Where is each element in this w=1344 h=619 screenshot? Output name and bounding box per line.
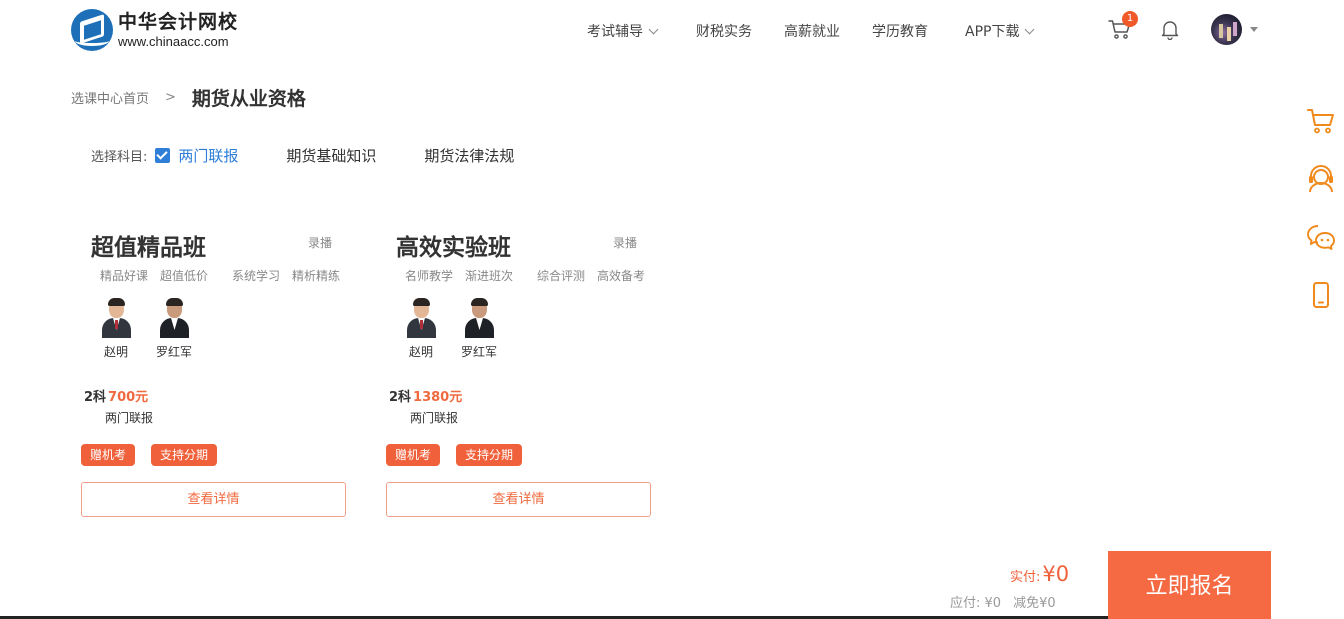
teacher-photo <box>406 298 436 338</box>
page-title: 期货从业资格 <box>191 88 306 110</box>
logo-mark-icon <box>71 9 113 51</box>
discount-amount: 减免¥0 <box>1013 596 1056 611</box>
course-card: 超值精品班 录播 精品好课 超值低价 系统学习 精析精练 赵明 罗红军 2科 70… <box>80 226 346 526</box>
course-card: 高效实验班 录播 名师教学 渐进班次 综合评测 高效备考 赵明 罗红军 2科 13… <box>385 226 651 526</box>
price-description: 两门联报 <box>105 411 154 425</box>
teacher[interactable]: 罗红军 <box>154 298 194 360</box>
customer-service-icon[interactable] <box>1306 164 1336 194</box>
course-tag: 综合评测 <box>537 269 586 283</box>
wechat-icon[interactable] <box>1306 222 1336 252</box>
teacher[interactable]: 罗红军 <box>459 298 499 360</box>
chevron-down-icon <box>648 24 659 34</box>
course-price: 2科 700元 <box>84 386 148 405</box>
cart-count-badge: 1 <box>1122 11 1138 27</box>
price-amount: 1380元 <box>413 390 463 405</box>
teacher[interactable]: 赵明 <box>401 298 441 360</box>
enroll-now-button[interactable]: 立即报名 <box>1108 551 1271 619</box>
view-details-button[interactable]: 查看详情 <box>386 482 651 517</box>
nav-label: 学历教育 <box>872 24 928 40</box>
nav-exam-tutoring[interactable]: 考试辅导 <box>587 21 659 41</box>
paid-label: 实付: <box>1010 570 1041 585</box>
logo-url: www.chinaacc.com <box>118 33 229 49</box>
nav-label: APP下载 <box>965 24 1020 40</box>
cart-icon[interactable] <box>1306 106 1336 136</box>
course-tag: 超值低价 <box>160 269 209 283</box>
subject-count: 2科 <box>389 390 412 405</box>
badge-installment: 支持分期 <box>456 444 523 466</box>
course-tag: 系统学习 <box>232 269 281 283</box>
paid-amount: ¥0 <box>1042 562 1070 586</box>
breadcrumb-home-link[interactable]: 选课中心首页 <box>71 88 149 107</box>
bell-icon[interactable] <box>1159 18 1181 40</box>
subject-checkbox[interactable] <box>155 148 171 163</box>
teacher[interactable]: 赵明 <box>96 298 136 360</box>
course-tag: 渐进班次 <box>465 269 514 283</box>
subject-selector: 选择科目: 两门联报 期货基础知识 期货法律法规 <box>91 145 514 166</box>
badge-installment: 支持分期 <box>151 444 218 466</box>
teacher-name: 赵明 <box>103 345 128 359</box>
mobile-icon[interactable] <box>1306 280 1336 310</box>
course-tag: 精析精练 <box>292 269 341 283</box>
course-type: 录播 <box>613 236 638 250</box>
avatar[interactable] <box>1211 14 1242 45</box>
logo-text: 中华会计网校 www.chinaacc.com <box>118 10 239 49</box>
price-amount: 700元 <box>108 390 149 405</box>
badge-free-exam: 赠机考 <box>386 444 441 466</box>
teacher-name: 赵明 <box>408 345 433 359</box>
teacher-photo <box>101 298 131 338</box>
breadcrumb: 选课中心首页 > 期货从业资格 <box>71 84 306 111</box>
course-title: 高效实验班 <box>396 235 511 261</box>
chevron-down-icon <box>1025 24 1035 34</box>
teacher-name: 罗红军 <box>460 345 497 359</box>
course-type: 录播 <box>308 236 333 250</box>
nav-label: 财税实务 <box>696 24 752 40</box>
teacher-name: 罗红军 <box>155 345 192 359</box>
breadcrumb-separator: > <box>165 90 176 105</box>
logo[interactable]: 中华会计网校 www.chinaacc.com <box>71 9 238 51</box>
view-details-button[interactable]: 查看详情 <box>81 482 346 517</box>
subject-count: 2科 <box>84 390 107 405</box>
logo-title: 中华会计网校 <box>118 10 239 33</box>
nav-label: 考试辅导 <box>587 24 643 40</box>
subject-option-combo[interactable]: 两门联报 <box>178 145 238 166</box>
nav-app-download[interactable]: APP下载 <box>965 21 1035 41</box>
course-tag: 精品好课 <box>100 269 149 283</box>
caret-down-icon[interactable] <box>1250 27 1258 32</box>
course-title: 超值精品班 <box>91 235 206 261</box>
teacher-photo <box>159 298 189 338</box>
due-summary: 应付: ¥0 减免¥0 <box>950 592 1056 611</box>
nav-employment[interactable]: 高薪就业 <box>784 21 840 41</box>
amount-due: 应付: ¥0 <box>950 596 1002 611</box>
nav-label: 高薪就业 <box>784 24 840 40</box>
teacher-photo <box>464 298 494 338</box>
course-price: 2科 1380元 <box>389 386 462 405</box>
subject-option-law[interactable]: 期货法律法规 <box>424 145 514 166</box>
price-description: 两门联报 <box>410 411 459 425</box>
subject-option-basics[interactable]: 期货基础知识 <box>286 145 376 166</box>
nav-tax-practice[interactable]: 财税实务 <box>696 21 752 41</box>
subject-label: 选择科目: <box>91 150 148 165</box>
badge-free-exam: 赠机考 <box>81 444 136 466</box>
page: 中华会计网校 www.chinaacc.com 考试辅导 财税实务 高薪就业 学… <box>0 0 1344 619</box>
nav-education[interactable]: 学历教育 <box>872 21 928 41</box>
paid-total: 实付:¥0 <box>1010 562 1069 586</box>
course-tag: 高效备考 <box>597 269 646 283</box>
course-tag: 名师教学 <box>405 269 454 283</box>
